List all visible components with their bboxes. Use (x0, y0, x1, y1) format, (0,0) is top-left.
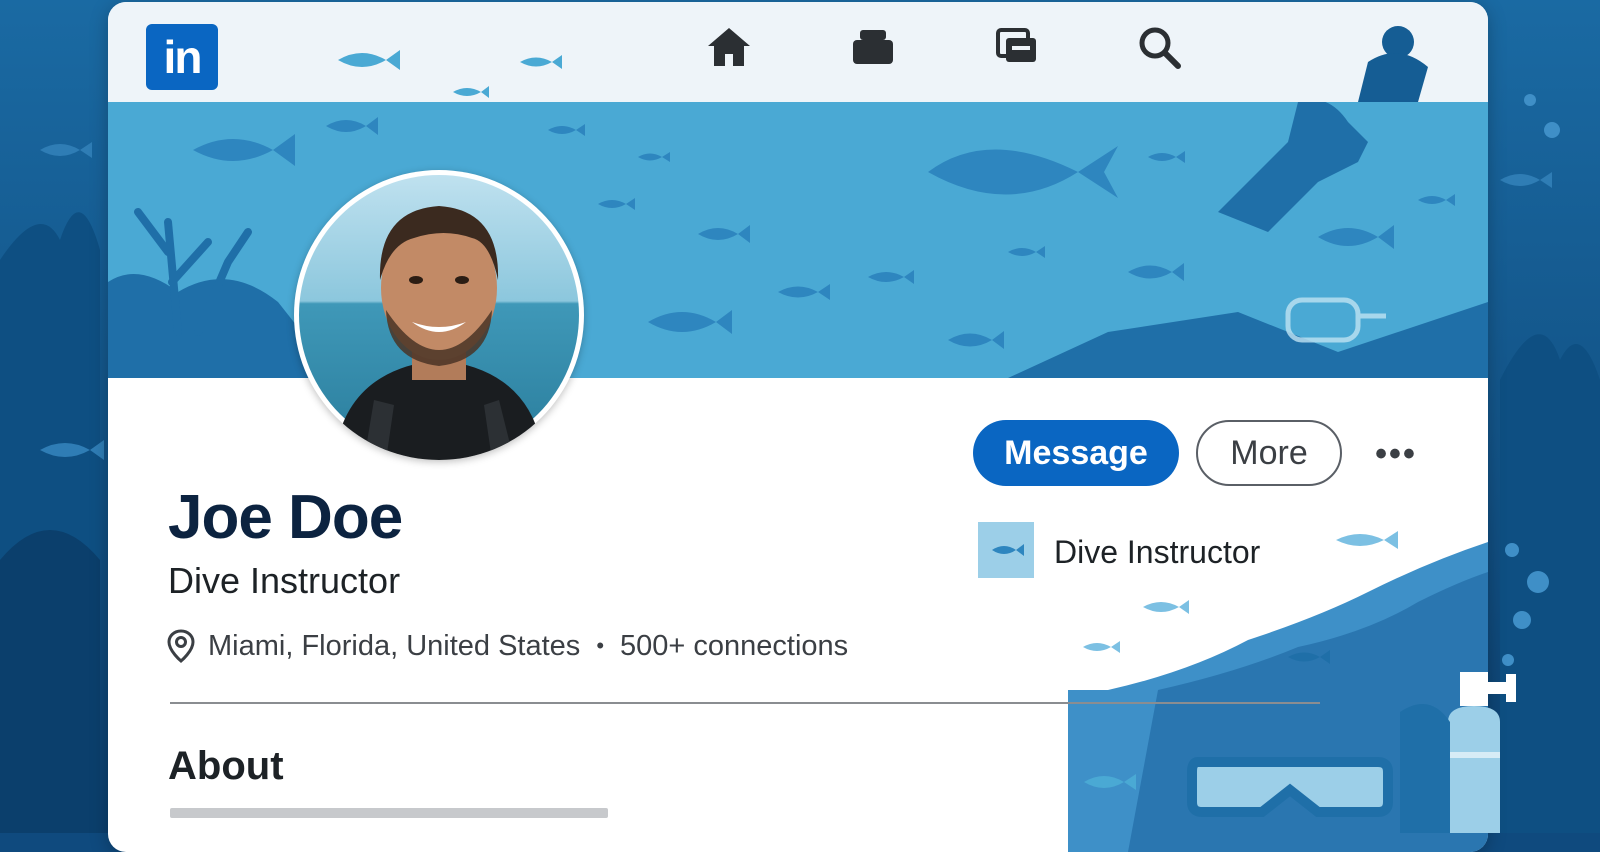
top-nav-bar: in (108, 2, 1488, 102)
overflow-menu-button[interactable]: ••• (1366, 432, 1426, 476)
scuba-tank-decoration (1400, 672, 1516, 833)
about-placeholder-bar (170, 808, 608, 818)
home-icon[interactable] (706, 24, 752, 70)
fish-icon (992, 544, 1024, 556)
profile-photo-image (299, 175, 579, 460)
message-button[interactable]: Message (973, 420, 1179, 486)
diver-silhouette-top (1358, 26, 1428, 102)
profile-meta: Miami, Florida, United States • 500+ con… (166, 626, 848, 666)
profile-name: Joe Doe (168, 483, 403, 552)
search-icon[interactable] (1136, 24, 1182, 70)
company-logo[interactable] (978, 522, 1034, 578)
profile-card: in Joe Doe Dive Instructor Miami, Florid… (108, 2, 1488, 852)
about-section-title: About (168, 744, 284, 788)
connections-count[interactable]: 500+ connections (620, 630, 848, 663)
section-divider (170, 702, 1320, 704)
logo-text: in (163, 31, 203, 83)
nav-fish-decoration (338, 50, 562, 98)
more-button[interactable]: More (1196, 420, 1342, 486)
messaging-icon[interactable] (994, 24, 1040, 70)
linkedin-logo[interactable]: in (146, 24, 218, 90)
meta-separator: • (596, 633, 605, 658)
profile-headline: Dive Instructor (168, 560, 401, 601)
profile-photo[interactable] (294, 170, 584, 460)
location-text: Miami, Florida, United States (208, 629, 581, 662)
jobs-icon[interactable] (850, 24, 896, 70)
location-pin-icon (167, 629, 195, 663)
